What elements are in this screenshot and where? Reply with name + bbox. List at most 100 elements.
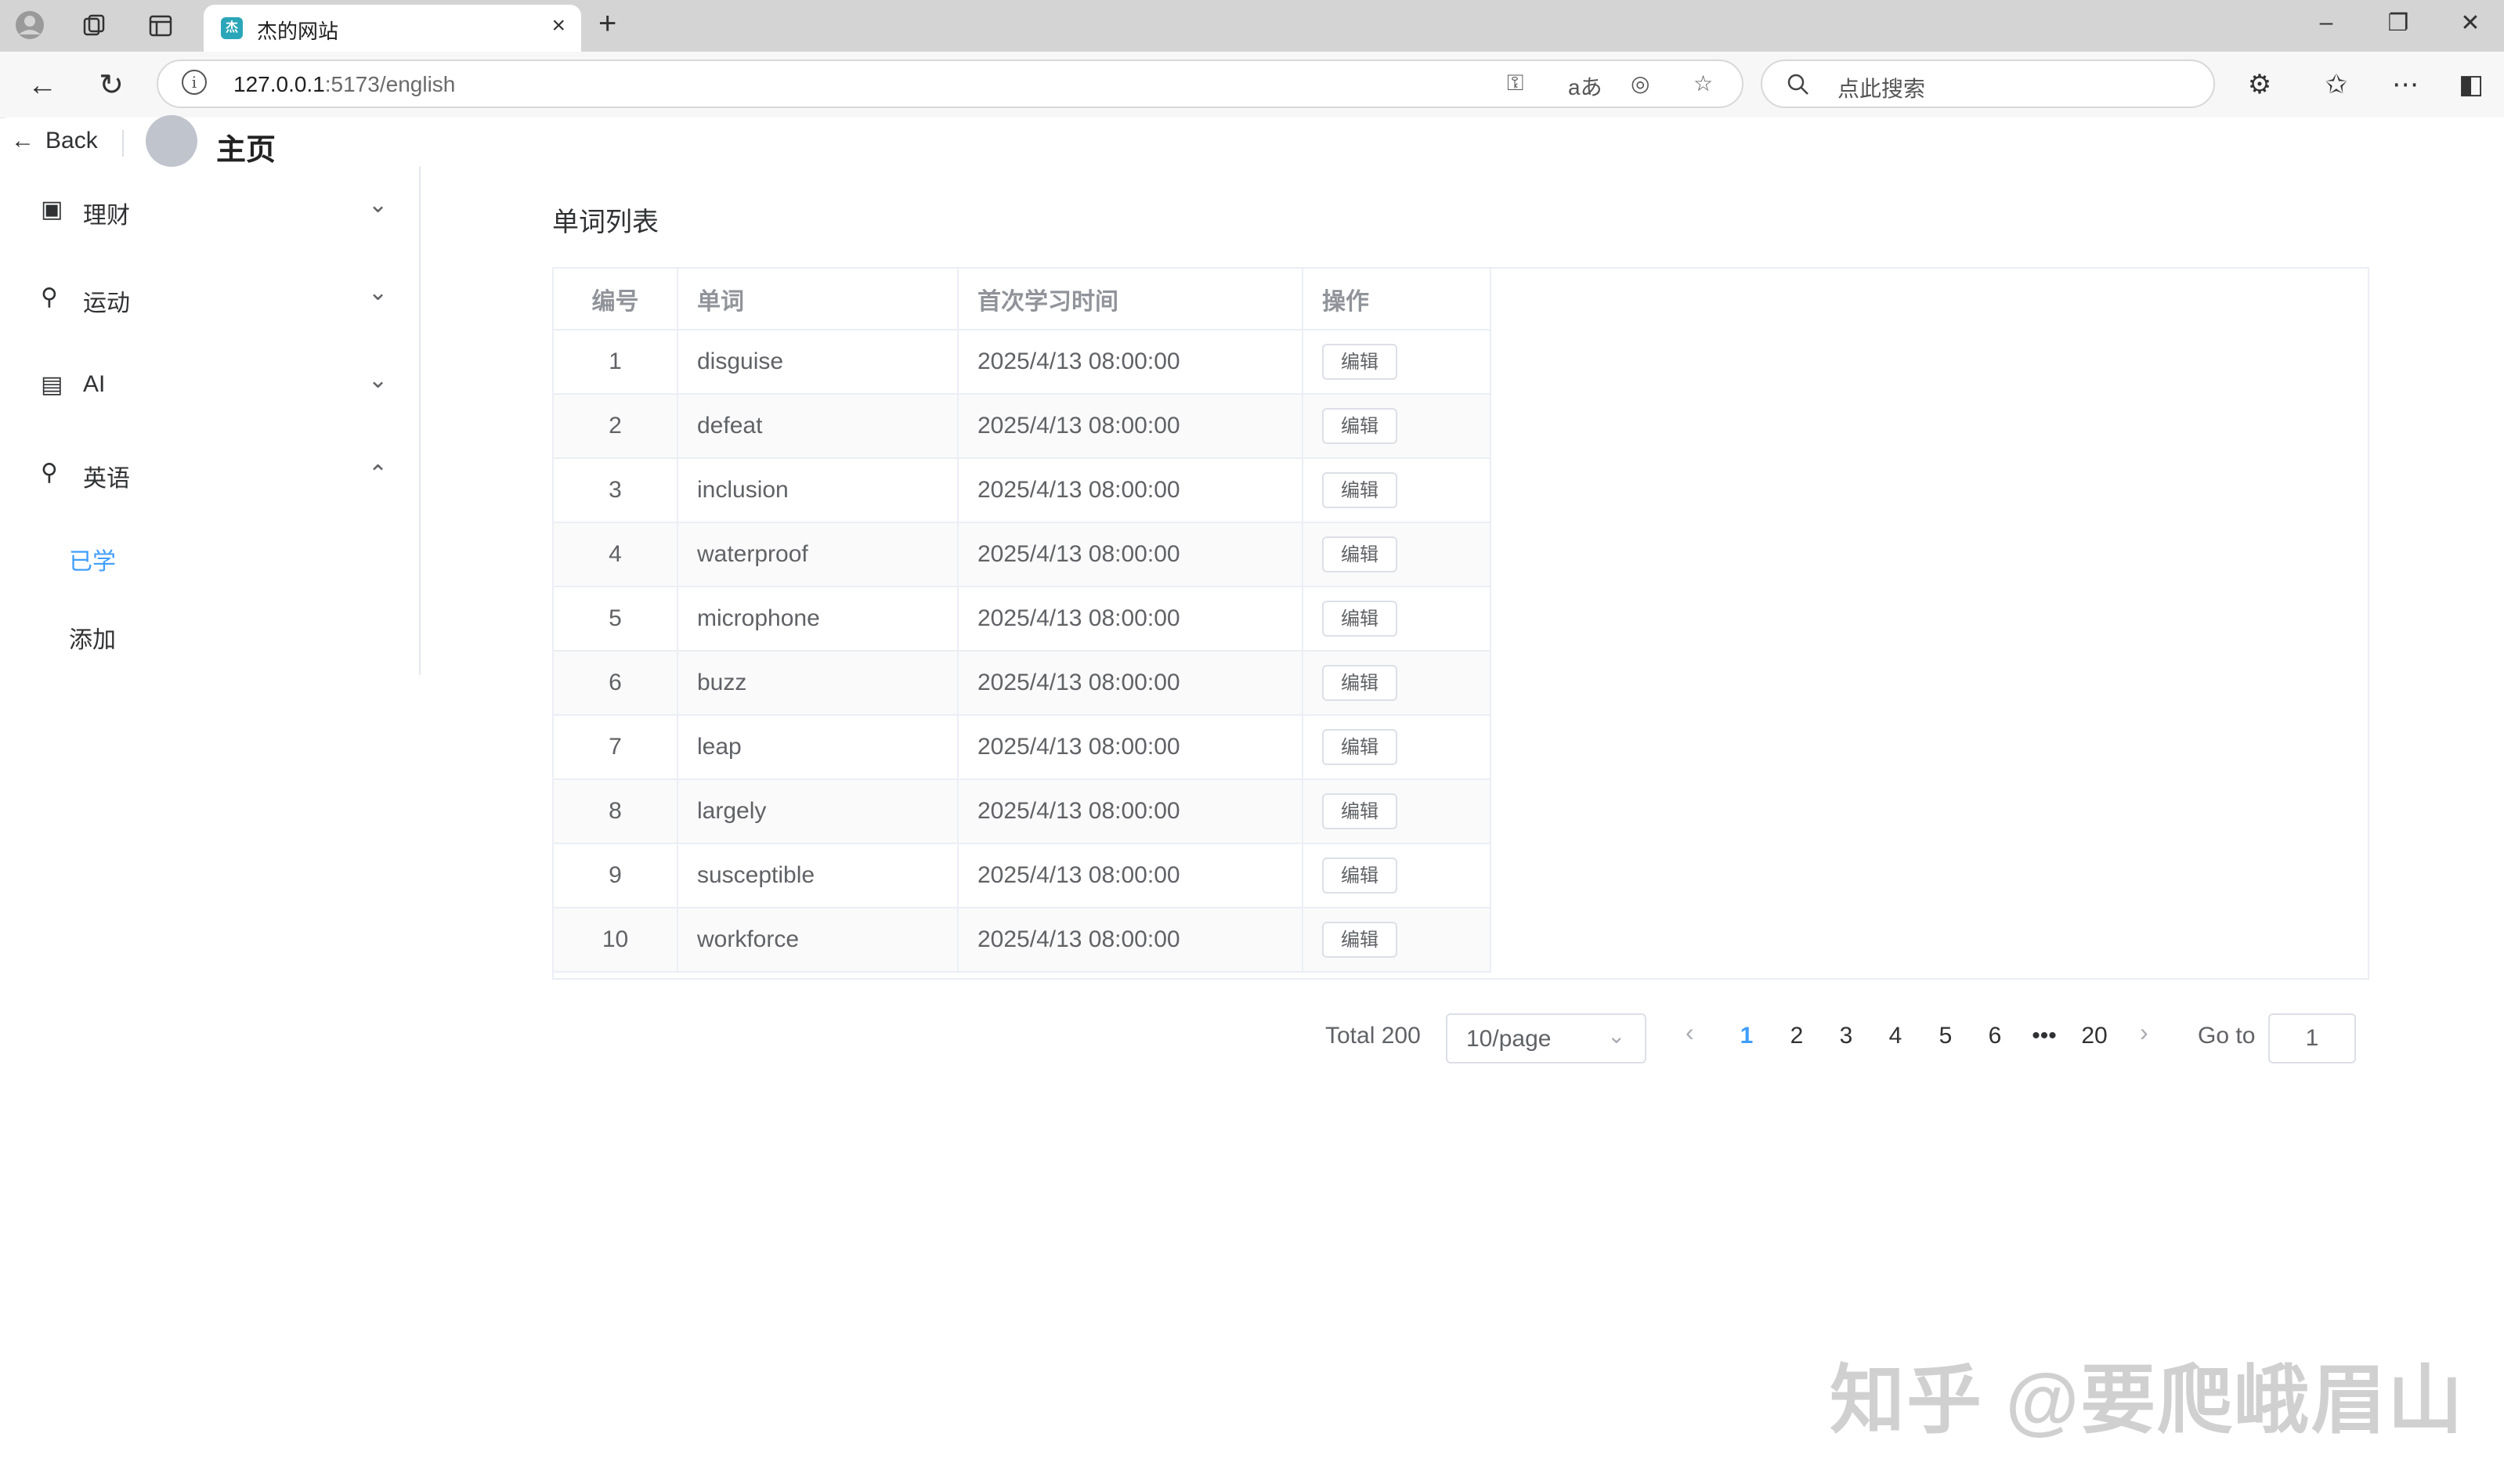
chevron-down-icon: ⌄ (368, 280, 388, 305)
wallet-icon: ▣ (41, 197, 63, 222)
tab-title: 杰的网站 (257, 20, 339, 43)
url-host: 127.0.0.1 (233, 72, 325, 96)
profile-icon[interactable] (14, 9, 45, 41)
column-header-id: 编号 (554, 269, 678, 330)
cell-time: 2025/4/13 08:00:00 (958, 522, 1303, 587)
workspaces-icon[interactable] (81, 13, 108, 39)
sidebar-divider (419, 166, 421, 675)
sidebar-subitem-learned[interactable]: 已学 (0, 517, 418, 595)
edit-button[interactable]: 编辑 (1322, 729, 1397, 765)
edit-button[interactable]: 编辑 (1322, 472, 1397, 508)
sidebar-subitem-add[interactable]: 添加 (0, 595, 418, 673)
pagination-ellipsis[interactable]: ••• (2029, 1023, 2060, 1049)
tab-close-icon[interactable]: × (551, 13, 565, 39)
browser-tab[interactable]: 杰 杰的网站 × (204, 5, 581, 53)
edit-button[interactable]: 编辑 (1322, 344, 1397, 380)
cell-actions: 编辑 (1303, 908, 1491, 973)
cell-id: 7 (554, 715, 678, 780)
cell-word: buzz (677, 651, 959, 716)
read-aloud-icon[interactable]: aあ (1568, 70, 1602, 102)
page-number[interactable]: 20 (2079, 1023, 2110, 1049)
next-page-icon[interactable]: › (2140, 1018, 2148, 1047)
site-favicon-icon: 杰 (221, 17, 243, 39)
cell-actions: 编辑 (1303, 587, 1491, 652)
edit-button[interactable]: 编辑 (1322, 536, 1397, 572)
edit-button[interactable]: 编辑 (1322, 922, 1397, 958)
page-number[interactable]: 6 (1979, 1023, 2011, 1049)
goto-page-input[interactable]: 1 (2268, 1013, 2356, 1063)
cell-id: 10 (554, 908, 678, 973)
address-bar[interactable]: i 127.0.0.1:5173/english ⚿ aあ ◎ ☆ (157, 60, 1743, 108)
page-title: 主页 (216, 134, 276, 167)
search-box[interactable]: 点此搜索 (1761, 60, 2215, 108)
cell-id: 6 (554, 651, 678, 716)
site-info-icon[interactable]: i (182, 70, 207, 95)
cell-word: waterproof (677, 522, 959, 587)
browser-tabbar: 杰 杰的网站 × + – ❐ ✕ (0, 0, 2504, 53)
favorite-star-icon[interactable]: ☆ (1693, 70, 1713, 96)
edge-icon[interactable]: ◎ (1631, 70, 1649, 96)
cell-time: 2025/4/13 08:00:00 (958, 908, 1303, 973)
page-number[interactable]: 3 (1830, 1023, 1862, 1049)
restore-icon[interactable]: ❐ (2375, 9, 2422, 37)
sidebar-item-sports[interactable]: ⚲ 运动 ⌄ (0, 254, 418, 341)
favorites-icon[interactable]: ✩ (2317, 69, 2356, 100)
more-icon[interactable]: ⋯ (2386, 69, 2425, 100)
sidebar-item-finance[interactable]: ▣ 理财 ⌄ (0, 166, 418, 254)
edit-button[interactable]: 编辑 (1322, 665, 1397, 701)
back-arrow-icon[interactable]: ← (11, 128, 34, 154)
sidebar-subitem-label: 已学 (69, 549, 116, 575)
page-size-select[interactable]: 10/page ⌄ (1446, 1013, 1646, 1063)
back-nav-icon[interactable]: ← (19, 66, 66, 105)
extensions-icon[interactable]: ⚙ (2240, 69, 2279, 100)
prev-page-icon[interactable]: ‹ (1686, 1018, 1694, 1047)
tab-actions-icon[interactable] (147, 13, 174, 39)
sidebar-subitem-label: 添加 (69, 627, 116, 653)
table-row: 8 largely 2025/4/13 08:00:00 编辑 (554, 779, 1491, 844)
avatar[interactable] (146, 115, 197, 167)
page-number[interactable]: 2 (1781, 1023, 1812, 1049)
cell-id: 1 (554, 330, 678, 395)
search-icon (1786, 72, 1811, 97)
sidebar-item-label: 运动 (83, 291, 130, 316)
page-size-value: 10/page (1466, 1026, 1552, 1052)
page-number[interactable]: 1 (1731, 1023, 1762, 1049)
sidebar-item-ai[interactable]: ▤ AI ⌄ (0, 341, 418, 429)
page-number[interactable]: 4 (1880, 1023, 1911, 1049)
table-header-row: 编号 单词 首次学习时间 操作 (554, 269, 1491, 330)
cell-actions: 编辑 (1303, 458, 1491, 523)
sidebar-toggle-icon[interactable]: ◧ (2452, 69, 2491, 100)
header-divider (122, 130, 124, 157)
cell-word: microphone (677, 587, 959, 652)
page-number[interactable]: 5 (1930, 1023, 1961, 1049)
cell-id: 2 (554, 394, 678, 459)
cell-time: 2025/4/13 08:00:00 (958, 330, 1303, 395)
cell-time: 2025/4/13 08:00:00 (958, 651, 1303, 716)
bike-icon: ⚲ (41, 460, 58, 486)
cell-time: 2025/4/13 08:00:00 (958, 394, 1303, 459)
url-path: :5173/english (324, 72, 456, 96)
key-icon[interactable]: ⚿ (1507, 70, 1523, 96)
reload-icon[interactable]: ↻ (88, 66, 135, 105)
watermark: 知乎 @要爬峨眉山 (1830, 1359, 2465, 1442)
edit-button[interactable]: 编辑 (1322, 858, 1397, 894)
new-tab-button[interactable]: + (598, 6, 616, 42)
sidebar-item-english[interactable]: ⚲ 英语 ⌃ (0, 429, 418, 517)
close-window-icon[interactable]: ✕ (2447, 9, 2494, 37)
minimize-icon[interactable]: – (2303, 9, 2350, 36)
url-text: 127.0.0.1:5173/english (233, 72, 455, 97)
cell-id: 4 (554, 522, 678, 587)
back-link[interactable]: Back (45, 128, 98, 154)
chevron-down-icon: ⌄ (368, 192, 388, 218)
table-row: 3 inclusion 2025/4/13 08:00:00 编辑 (554, 458, 1491, 523)
column-header-word: 单词 (677, 269, 959, 330)
edit-button[interactable]: 编辑 (1322, 408, 1397, 444)
cell-id: 9 (554, 843, 678, 908)
cell-word: leap (677, 715, 959, 780)
cell-actions: 编辑 (1303, 522, 1491, 587)
edit-button[interactable]: 编辑 (1322, 793, 1397, 829)
cell-time: 2025/4/13 08:00:00 (958, 715, 1303, 780)
sidebar-item-label: 英语 (83, 466, 130, 492)
edit-button[interactable]: 编辑 (1322, 601, 1397, 637)
column-header-time: 首次学习时间 (958, 269, 1303, 330)
